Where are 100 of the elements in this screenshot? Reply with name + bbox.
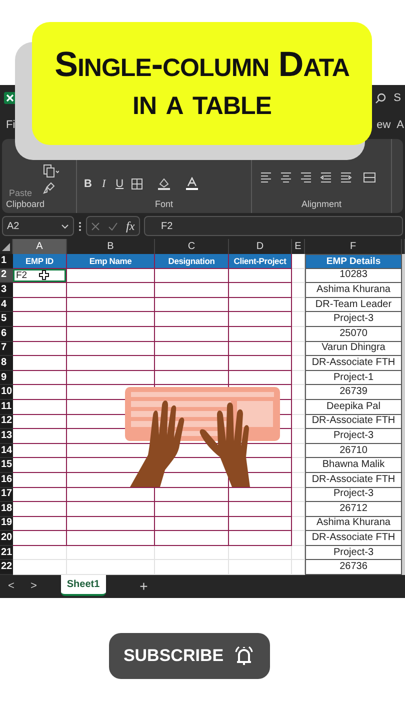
menu-tab[interactable]: A xyxy=(396,116,404,134)
select-all-icon[interactable] xyxy=(2,242,10,250)
row-header[interactable]: 9 xyxy=(0,370,13,386)
font-color-icon[interactable] xyxy=(184,176,201,190)
cancel-icon[interactable] xyxy=(91,222,100,230)
row-header[interactable]: 22 xyxy=(0,560,13,576)
row-header[interactable]: 1 xyxy=(0,254,13,269)
table-cell xyxy=(229,516,292,532)
row-header[interactable]: 21 xyxy=(0,546,13,560)
banner-title: Single-column Data in a table xyxy=(54,46,350,122)
row-header[interactable]: 7 xyxy=(0,342,13,356)
chevron-down-icon[interactable] xyxy=(61,224,69,228)
row-header[interactable]: 20 xyxy=(0,531,13,546)
column-header[interactable]: F xyxy=(305,239,402,254)
row-header[interactable]: 4 xyxy=(0,298,13,312)
table-cell xyxy=(292,298,305,312)
table-cell xyxy=(292,516,305,532)
formula-text: F2 xyxy=(161,220,173,234)
row-header[interactable]: 16 xyxy=(0,472,13,488)
table-cell xyxy=(229,502,292,517)
format-button[interactable]: I xyxy=(98,178,109,190)
name-box[interactable]: A2 xyxy=(2,216,74,236)
search-field[interactable]: S xyxy=(394,90,401,106)
copy-icon[interactable] xyxy=(43,164,60,178)
cell-reference: A2 xyxy=(7,220,20,234)
table-cell xyxy=(13,342,67,356)
table-cell xyxy=(13,298,67,312)
row-header[interactable]: 2 xyxy=(0,268,13,284)
table-cell xyxy=(13,326,67,342)
table-cell xyxy=(292,356,305,371)
row-header[interactable]: 5 xyxy=(0,312,13,327)
formula-field[interactable]: F2 xyxy=(144,216,403,236)
table-cell xyxy=(229,546,292,560)
table-cell xyxy=(229,356,292,371)
row-header[interactable]: 3 xyxy=(0,283,13,298)
table-cell xyxy=(13,546,67,560)
table-cell xyxy=(13,370,67,386)
cell-text: F2 xyxy=(16,270,28,280)
row-header[interactable]: 13 xyxy=(0,429,13,444)
check-icon[interactable] xyxy=(108,222,118,230)
table-cell xyxy=(229,370,292,386)
table-cell xyxy=(292,472,305,488)
add-sheet-button[interactable]: + xyxy=(140,576,148,598)
column-header[interactable]: A xyxy=(13,239,67,254)
row-header[interactable]: 8 xyxy=(0,356,13,371)
table-cell[interactable]: F2 xyxy=(13,268,67,284)
group-label: Clipboard xyxy=(6,198,46,211)
previous-sheet-button[interactable]: < xyxy=(8,578,14,595)
format-button[interactable]: B xyxy=(81,178,95,190)
insert-function-button[interactable]: fx xyxy=(126,217,135,235)
column-header[interactable]: C xyxy=(155,239,229,254)
search-icon[interactable] xyxy=(374,92,386,104)
table-cell xyxy=(13,531,67,546)
row-header[interactable]: 6 xyxy=(0,326,13,342)
subscribe-button[interactable]: SUBSCRIBE xyxy=(109,633,270,679)
table-cell xyxy=(229,326,292,342)
row-header[interactable]: 17 xyxy=(0,488,13,502)
table-cell xyxy=(292,370,305,386)
row-header[interactable]: 15 xyxy=(0,458,13,473)
paste-button[interactable]: Paste xyxy=(6,188,36,198)
table-cell xyxy=(292,488,305,502)
table-cell xyxy=(13,385,67,400)
row-header[interactable]: 14 xyxy=(0,444,13,458)
more-icon[interactable] xyxy=(78,220,82,232)
menu-tab[interactable]: Fi xyxy=(6,116,16,134)
table-cell xyxy=(229,283,292,298)
format-button[interactable]: U xyxy=(112,178,127,190)
table-cell xyxy=(292,546,305,560)
row-header[interactable]: 18 xyxy=(0,502,13,517)
row-header[interactable]: 11 xyxy=(0,400,13,415)
table-cell xyxy=(13,312,67,327)
column-header[interactable]: E xyxy=(292,239,305,254)
table-cell xyxy=(292,414,305,430)
row-header[interactable]: 19 xyxy=(0,516,13,532)
column-header[interactable]: D xyxy=(229,239,292,254)
table-cell xyxy=(292,312,305,327)
row-header[interactable]: 10 xyxy=(0,385,13,400)
table-cell xyxy=(229,312,292,327)
table-cell xyxy=(229,342,292,356)
fill-color-icon[interactable] xyxy=(156,176,173,190)
table-cell xyxy=(292,531,305,546)
menu-tab[interactable]: ew xyxy=(376,116,391,134)
group-label: Font xyxy=(154,198,174,210)
column-heading: EMP ID xyxy=(13,254,67,269)
brush-icon[interactable] xyxy=(43,182,56,194)
borders-icon[interactable] xyxy=(130,178,145,190)
next-sheet-button[interactable]: > xyxy=(30,578,37,595)
table-cell xyxy=(229,298,292,312)
table-cell xyxy=(292,400,305,415)
column-header[interactable]: B xyxy=(67,239,155,254)
table-cell xyxy=(13,516,67,532)
table-cell xyxy=(292,268,305,284)
table-cell xyxy=(13,444,67,458)
table-cell xyxy=(292,458,305,473)
table-cell xyxy=(292,342,305,356)
sheet-tab[interactable]: Sheet1 xyxy=(60,575,106,596)
table-cell xyxy=(292,283,305,298)
table-cell xyxy=(13,488,67,502)
row-header[interactable]: 12 xyxy=(0,414,13,430)
column-heading: Designation xyxy=(155,254,229,269)
